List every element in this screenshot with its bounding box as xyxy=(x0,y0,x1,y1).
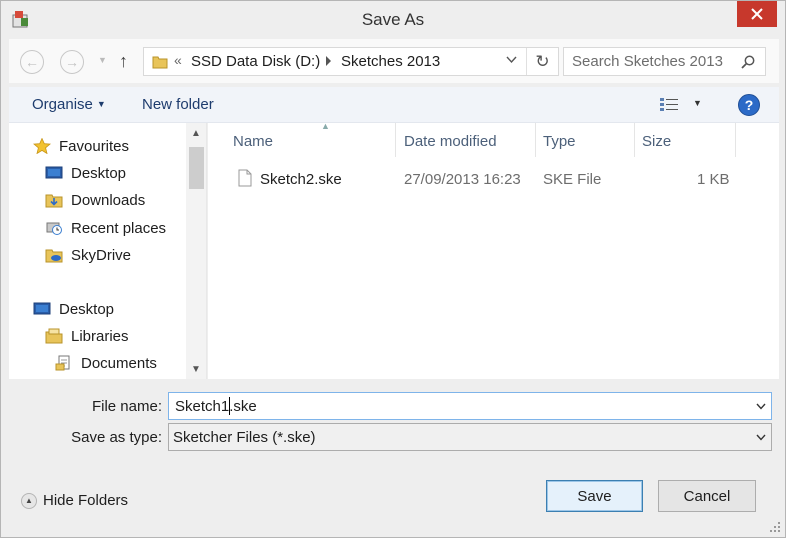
recent-places-icon xyxy=(46,222,62,235)
sort-ascending-icon: ▲ xyxy=(321,121,330,131)
breadcrumb-drive[interactable]: SSD Data Disk (D:) xyxy=(191,53,320,70)
close-button[interactable] xyxy=(737,1,777,27)
tree-item-label: Downloads xyxy=(71,191,146,209)
tree-item-recent-places[interactable]: Recent places xyxy=(45,217,166,239)
save-button[interactable]: Save xyxy=(546,480,643,512)
address-dropdown-icon[interactable] xyxy=(506,54,517,68)
up-arrow-icon: ↑ xyxy=(119,51,128,71)
scroll-up-icon[interactable]: ▲ xyxy=(186,123,206,143)
file-name-field[interactable]: Sketch1.ske xyxy=(168,392,772,420)
forward-arrow-icon: → xyxy=(65,54,79,70)
refresh-icon: ↻ xyxy=(535,51,550,71)
save-type-label: Save as type: xyxy=(71,429,162,446)
tree-item-downloads[interactable]: Downloads xyxy=(45,189,145,211)
nav-pane-scrollbar[interactable]: ▲ ▼ xyxy=(186,123,206,379)
chevron-down-icon[interactable] xyxy=(755,400,767,412)
file-list: ▲ Name Date modified Type Size Sketch2.s… xyxy=(208,121,779,379)
refresh-button[interactable]: ↻ xyxy=(526,48,558,75)
organise-menu[interactable]: Organise ▼ xyxy=(32,96,106,113)
help-icon[interactable]: ? xyxy=(738,94,760,116)
column-header-date-modified[interactable]: Date modified xyxy=(396,123,536,157)
up-button[interactable]: ↑ xyxy=(119,51,128,72)
star-icon xyxy=(33,138,51,154)
column-header-size[interactable]: Size xyxy=(634,123,736,157)
file-size: 1 KB xyxy=(697,171,730,188)
file-icon xyxy=(238,169,252,187)
chevron-down-icon: ▼ xyxy=(96,99,106,109)
resize-grip-icon[interactable] xyxy=(769,521,781,533)
tree-item-label: Documents xyxy=(81,354,157,372)
title-bar: Save As xyxy=(1,1,785,39)
navigation-pane: Favourites Desktop Downloads Recent plac… xyxy=(9,123,207,379)
file-name: Sketch2.ske xyxy=(260,171,342,188)
tree-item-label: SkyDrive xyxy=(71,246,132,264)
tree-item-desktop-favourite[interactable]: Desktop xyxy=(45,162,126,184)
column-header-type[interactable]: Type xyxy=(535,123,635,157)
file-row[interactable]: Sketch2.ske 27/09/2013 16:23 SKE File 1 … xyxy=(228,167,748,191)
organise-label: Organise xyxy=(32,96,93,113)
hide-folders-label: Hide Folders xyxy=(43,492,129,509)
chevron-down-icon[interactable] xyxy=(755,431,767,443)
recent-locations-dropdown-icon[interactable]: ▼ xyxy=(98,55,107,65)
forward-button[interactable]: → xyxy=(60,50,84,74)
tree-item-desktop[interactable]: Desktop xyxy=(33,298,114,320)
back-button[interactable]: ← xyxy=(20,50,44,74)
chevron-up-icon: ▲ xyxy=(21,492,37,509)
tree-item-skydrive[interactable]: SkyDrive xyxy=(45,244,131,266)
scroll-down-icon[interactable]: ▼ xyxy=(186,359,206,379)
search-box[interactable] xyxy=(563,47,766,76)
text-cursor xyxy=(229,397,230,415)
breadcrumb-folder[interactable]: Sketches 2013 xyxy=(341,53,440,70)
documents-icon xyxy=(55,355,70,371)
breadcrumb-separator-icon[interactable] xyxy=(326,56,331,66)
back-arrow-icon: ← xyxy=(25,54,39,70)
navigation-bar: ← → ▼ ↑ « SSD Data Disk (D:) Sketches 20… xyxy=(9,39,779,83)
file-type: SKE File xyxy=(543,171,602,188)
cancel-button[interactable]: Cancel xyxy=(658,480,756,512)
search-input[interactable] xyxy=(572,53,732,70)
hide-folders-button[interactable]: ▲ Hide Folders xyxy=(21,492,128,509)
save-as-dialog: Save As ← → ▼ ↑ « SSD Data Disk (D:) Ske… xyxy=(0,0,786,538)
libraries-icon xyxy=(45,328,63,344)
tree-item-label: Desktop xyxy=(71,164,127,182)
save-type-value: Sketcher Files (*.ske) xyxy=(173,429,316,446)
new-folder-button[interactable]: New folder xyxy=(142,96,214,113)
desktop-icon xyxy=(33,302,51,315)
file-name-value: Sketch1.ske xyxy=(175,398,257,415)
file-date-modified: 27/09/2013 16:23 xyxy=(404,171,521,188)
address-bar[interactable]: « SSD Data Disk (D:) Sketches 2013 ↻ xyxy=(143,47,559,76)
desktop-icon xyxy=(45,166,63,179)
view-options-icon[interactable] xyxy=(659,97,679,113)
close-icon xyxy=(751,8,763,20)
window-title: Save As xyxy=(361,10,425,29)
scroll-thumb[interactable] xyxy=(189,147,204,189)
folder-icon xyxy=(152,56,168,69)
view-chevron-down-icon[interactable]: ▼ xyxy=(693,98,702,108)
tree-item-label: Favourites xyxy=(59,137,130,155)
tree-item-label: Recent places xyxy=(71,219,167,237)
tree-item-label: Libraries xyxy=(71,327,129,345)
tree-item-label: Desktop xyxy=(59,300,115,318)
downloads-folder-icon xyxy=(45,194,63,208)
skydrive-icon xyxy=(45,249,63,263)
tree-item-favourites[interactable]: Favourites xyxy=(33,135,129,157)
search-icon xyxy=(741,55,755,69)
address-overflow-icon[interactable]: « xyxy=(174,52,182,68)
command-toolbar: Organise ▼ New folder ▼ ? xyxy=(9,87,779,123)
column-header-name[interactable]: ▲ Name xyxy=(225,121,396,157)
tree-item-documents[interactable]: Documents xyxy=(55,352,157,374)
file-name-label: File name: xyxy=(91,398,162,415)
save-type-select[interactable]: Sketcher Files (*.ske) xyxy=(168,423,772,451)
tree-item-libraries[interactable]: Libraries xyxy=(45,325,129,347)
